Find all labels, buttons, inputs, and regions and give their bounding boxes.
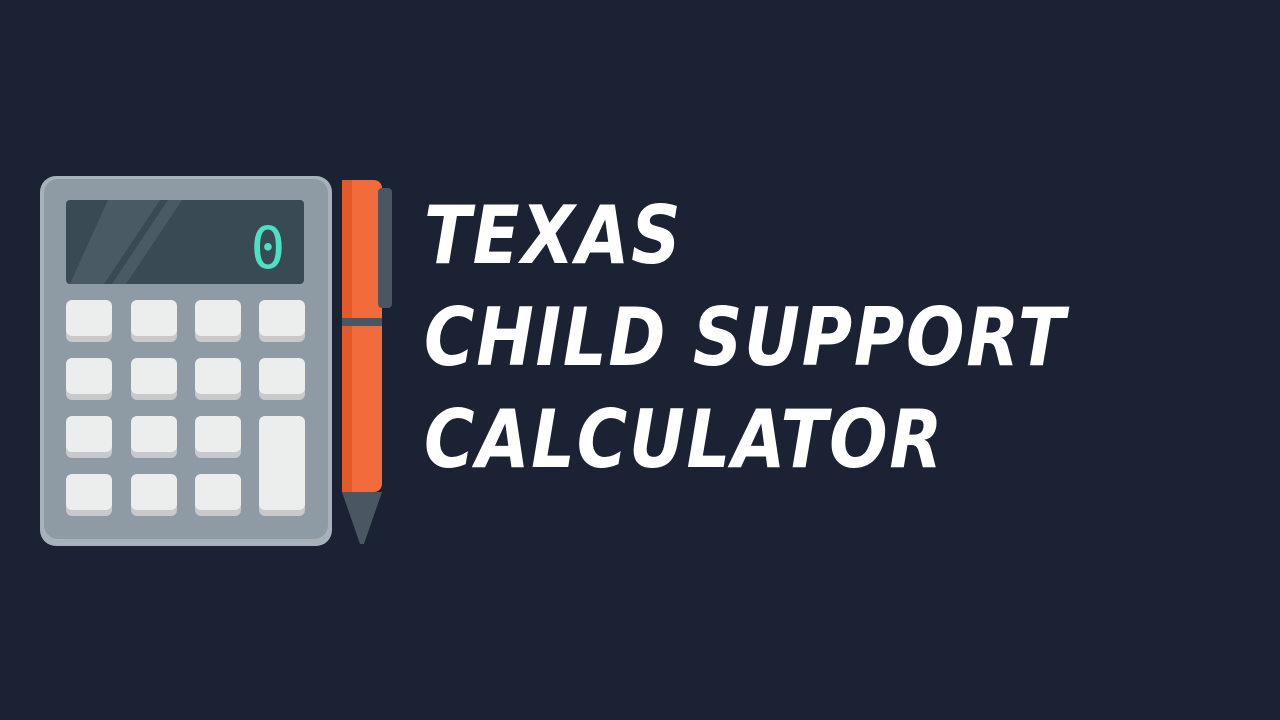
title-line-texas: TEXAS [424,189,683,282]
key-top [259,300,305,336]
pen-tip [342,492,382,544]
key-top [195,416,241,452]
key-top [131,474,177,510]
pen-shade [342,180,352,492]
title-line-child-support: CHILD SUPPORT [424,291,1067,384]
calculator-pen-svg: 0 [40,176,392,546]
calculator-pen-illustration: 0 [40,176,400,553]
pen-band [342,318,382,326]
calculator-icon: 0 [40,176,332,546]
key-top [131,300,177,336]
key-top [131,358,177,394]
title-line-calculator: CALCULATOR [424,393,945,486]
tall-key-top [259,416,305,510]
calculator-display-digit: 0 [251,214,286,282]
key-top [66,474,112,510]
key-top [195,358,241,394]
key-top [131,416,177,452]
pen-icon [342,180,392,544]
page-title: TEXAS CHILD SUPPORT CALCULATOR [424,196,1171,502]
key-top [66,300,112,336]
key-top [66,358,112,394]
key-top [66,416,112,452]
pen-clip [378,188,392,308]
key-top [195,474,241,510]
key-top [195,300,241,336]
key-top [259,358,305,394]
